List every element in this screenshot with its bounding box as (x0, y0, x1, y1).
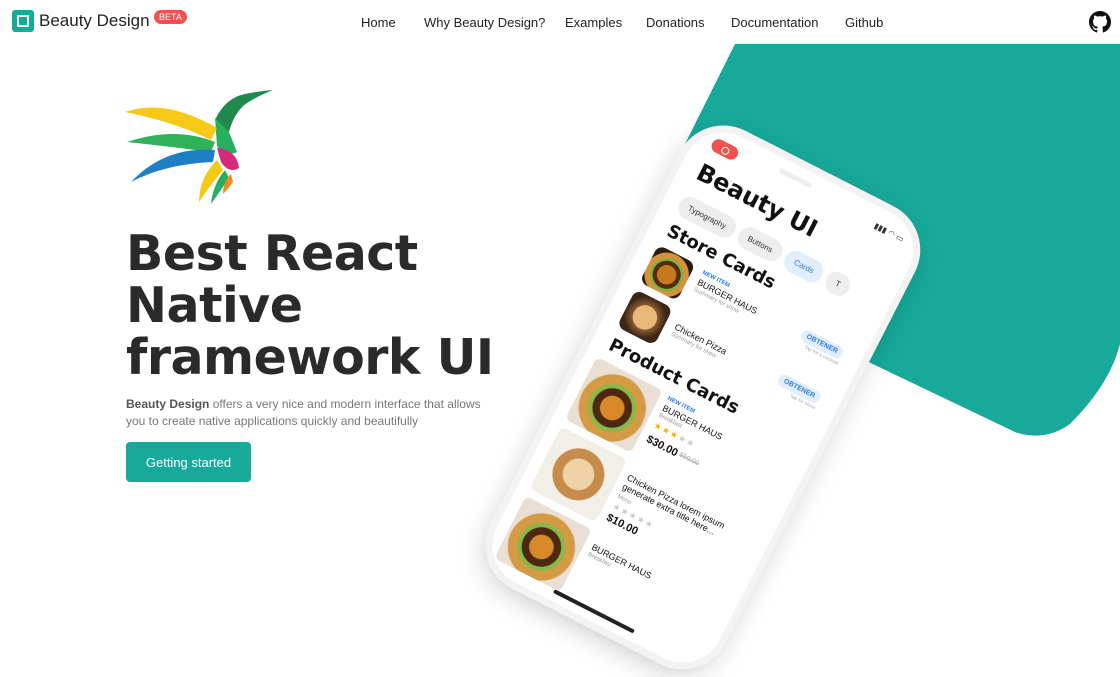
chip-cards: Cards (780, 246, 828, 287)
product-old-price: $50.00 (677, 451, 701, 468)
headline-line-3: framework UI (126, 329, 494, 386)
star-empty-icon: ★★ (676, 432, 698, 450)
hero-description: Beauty Design offers a very nice and mod… (126, 396, 496, 430)
nav-examples[interactable]: Examples (565, 15, 622, 30)
headline-line-2: Native (126, 277, 303, 334)
hummingbird-logo-icon (125, 90, 273, 204)
nav-home[interactable]: Home (361, 15, 396, 30)
getting-started-button[interactable]: Getting started (126, 442, 251, 482)
brand-name[interactable]: Beauty Design (39, 11, 150, 31)
nav-github[interactable]: Github (845, 15, 883, 30)
speaker-notch (778, 167, 813, 189)
beta-badge: BETA (154, 10, 187, 24)
nav-why-beauty-design[interactable]: Why Beauty Design? (424, 15, 545, 30)
record-icon (709, 136, 741, 163)
logo-icon[interactable] (12, 10, 34, 32)
navbar: Beauty Design BETA Home Why Beauty Desig… (0, 0, 1120, 44)
chip-more: T (821, 268, 855, 300)
description-brand: Beauty Design (126, 397, 210, 411)
nav-documentation[interactable]: Documentation (731, 15, 818, 30)
burger-thumbnail (639, 244, 696, 302)
hero-headline: Best React Native framework UI (126, 228, 546, 384)
github-icon[interactable] (1089, 11, 1111, 33)
headline-line-1: Best React (126, 225, 418, 282)
status-bar-icons: ▮▮▮ ◠ ▭ (872, 221, 906, 244)
nav-donations[interactable]: Donations (646, 15, 705, 30)
